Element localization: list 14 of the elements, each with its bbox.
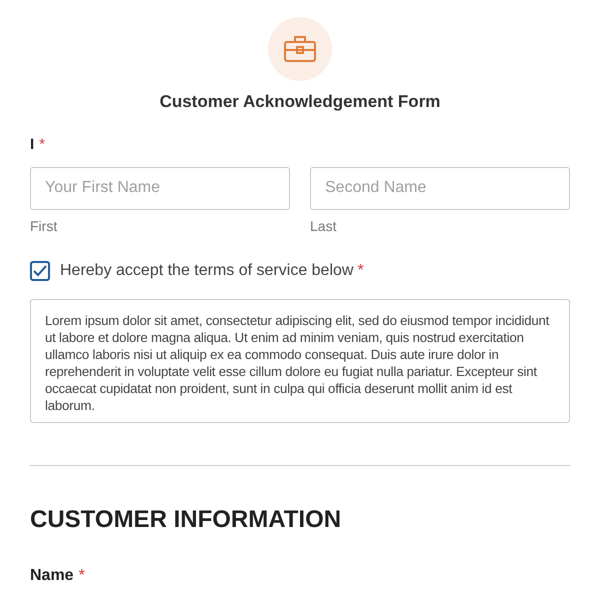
form-title: Customer Acknowledgement Form: [160, 91, 440, 113]
sublabel: First: [30, 216, 58, 236]
name-input[interactable]: Second Name: [310, 166, 570, 210]
section-heading: CUSTOMER INFORMATION: [30, 504, 342, 534]
name-input[interactable]: Your First Name: [30, 166, 290, 210]
terms-text: Lorem ipsum dolor sit amet, consectetur adipiscing elit, sed do eiusmod tempor incididunt ut labore et dolore magna aliqua. Ut enim ad minim veniam, quis nostrud exercitation ullamco laboris nisi ut aliquip ex ea commodo consequat. Duis aute irure dolor in reprehenderit in voluptate velit esse cillum dolore eu fugiat nulla pariatur. Excepteur sint occaecat cupidatat non proident, sunt in culpa qui officia deserunt mollit anim id est laborum.: [45, 312, 550, 414]
field-label: I: [30, 135, 34, 156]
required-mark: *: [78, 566, 85, 586]
terms-label: Hereby accept the terms of service below: [60, 260, 354, 280]
required-mark: *: [39, 135, 46, 156]
field-label: Name: [30, 566, 74, 586]
sublabel: Last: [310, 216, 336, 236]
checkbox[interactable]: [30, 260, 50, 280]
required-mark: *: [357, 260, 364, 280]
